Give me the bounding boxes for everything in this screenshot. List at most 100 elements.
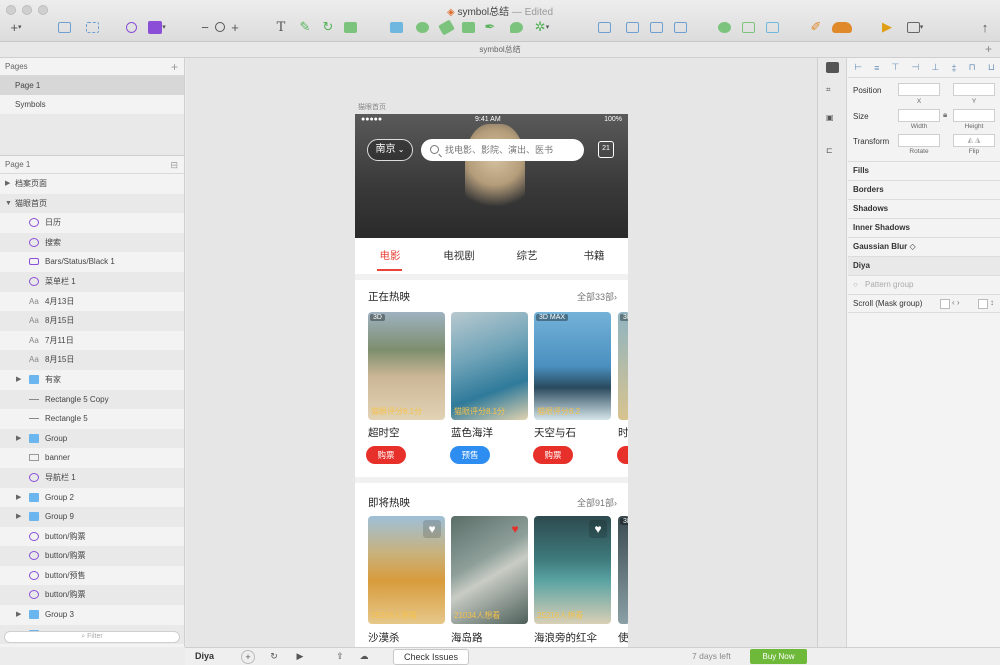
- align-middle-icon[interactable]: ‡: [952, 63, 957, 73]
- pencil-icon[interactable]: ✎: [298, 18, 312, 36]
- movie-poster[interactable]: 3D: [618, 312, 628, 420]
- layer-item[interactable]: ▼ 猫眼首页: [0, 193, 184, 214]
- share-upload-icon[interactable]: ↑: [978, 18, 992, 36]
- tab-tv[interactable]: 电视剧: [434, 238, 484, 274]
- layer-item[interactable]: 导航栏 1: [0, 467, 184, 488]
- buy-ticket-button[interactable]: 购票: [533, 446, 573, 464]
- share-icon[interactable]: ⇪: [333, 650, 347, 664]
- pattern-group-row[interactable]: ○ Pattern group: [848, 275, 1000, 294]
- collapse-layers-icon[interactable]: ⊟: [170, 156, 178, 174]
- canvas[interactable]: 猫眼首页 ●●●●● 9:41 AM 100% 南京 ⌄ 找电影、影院、演出、医…: [186, 58, 817, 647]
- disclosure-closed-icon[interactable]: ▶: [16, 370, 21, 390]
- heart-icon[interactable]: ♥: [589, 520, 607, 538]
- export-icon[interactable]: [764, 18, 780, 36]
- movie-poster[interactable]: 3D: [618, 516, 628, 624]
- view-menu-icon[interactable]: ▾: [904, 18, 926, 36]
- layer-item[interactable]: button/预售: [0, 566, 184, 586]
- style-icon[interactable]: [826, 62, 839, 73]
- zoom-in-button[interactable]: +: [230, 18, 240, 36]
- layer-item[interactable]: Rectangle 5: [0, 409, 184, 429]
- height-input[interactable]: [953, 109, 995, 122]
- lock-icon[interactable]: 🔒︎: [943, 110, 947, 120]
- width-input[interactable]: [898, 109, 940, 122]
- preview-play-icon[interactable]: ▶: [880, 18, 894, 36]
- layer-item[interactable]: ▶ Group 9: [0, 507, 184, 527]
- layer-item[interactable]: button/购票: [0, 546, 184, 566]
- layer-item[interactable]: button/购票: [0, 527, 184, 547]
- refresh-icon[interactable]: ↻: [267, 650, 281, 664]
- disclosure-open-icon[interactable]: ▼: [5, 194, 12, 214]
- disclosure-closed-icon[interactable]: ▶: [16, 507, 21, 527]
- play-icon[interactable]: ▶: [293, 650, 307, 664]
- layer-item[interactable]: Rectangle 5 Copy: [0, 389, 184, 410]
- disclosure-closed-icon[interactable]: ▶: [5, 174, 10, 194]
- edit-shape-icon[interactable]: [437, 18, 455, 36]
- layer-item[interactable]: ▶ Group 3: [0, 605, 184, 625]
- disclosure-closed-icon[interactable]: ▶: [16, 605, 21, 625]
- rotate-copies-icon[interactable]: ↻: [320, 18, 336, 36]
- align-bottom-icon[interactable]: ⊓: [969, 62, 976, 73]
- movie-poster[interactable]: ♥ 21034人想看: [451, 516, 528, 624]
- check-issues-button[interactable]: Check Issues: [393, 649, 469, 665]
- movie-poster[interactable]: ♥ 25216人想看: [368, 516, 445, 624]
- new-tab-button[interactable]: +: [985, 42, 992, 57]
- layer-item[interactable]: Aa 4月13日: [0, 292, 184, 312]
- scroll-v-checkbox[interactable]: [978, 299, 988, 309]
- shadows-section[interactable]: Shadows: [848, 199, 1000, 218]
- movie-poster[interactable]: ♥ 25216人想看: [534, 516, 611, 624]
- movie-poster[interactable]: 猫眼评分8.1分: [451, 312, 528, 420]
- page-item-symbols[interactable]: Symbols: [0, 95, 184, 114]
- layout-icon[interactable]: ⊏: [826, 146, 839, 157]
- disclosure-closed-icon[interactable]: ▶: [16, 429, 21, 449]
- borders-section[interactable]: Borders: [848, 180, 1000, 199]
- tab-variety[interactable]: 综艺: [502, 238, 552, 274]
- forward-icon[interactable]: [716, 18, 732, 36]
- layer-item[interactable]: Aa 8月15日: [0, 350, 184, 370]
- scroll-stepper[interactable]: ‹ ›: [952, 298, 960, 307]
- scale-icon[interactable]: [342, 18, 358, 36]
- ungroup-icon[interactable]: [84, 18, 100, 36]
- layer-item[interactable]: 日历: [0, 213, 184, 233]
- plugin-section-diya[interactable]: Diya: [848, 256, 1000, 275]
- gaussian-blur-section[interactable]: Gaussian Blur ◇: [848, 237, 1000, 256]
- inspect-icon[interactable]: ✐: [808, 18, 824, 36]
- layer-item[interactable]: ▶ Group: [0, 428, 184, 449]
- x-input[interactable]: [898, 83, 940, 96]
- y-input[interactable]: [953, 83, 995, 96]
- group-icon[interactable]: [56, 18, 72, 36]
- intersect-icon[interactable]: [648, 18, 664, 36]
- add-page-button[interactable]: +: [171, 58, 178, 76]
- layer-item[interactable]: banner: [0, 448, 184, 468]
- insert-button[interactable]: + ▾: [6, 18, 26, 36]
- pen-icon[interactable]: ✒: [482, 18, 498, 36]
- layer-item[interactable]: button/购票: [0, 585, 184, 606]
- layer-item[interactable]: 菜单栏 1: [0, 271, 184, 292]
- movie-poster[interactable]: 3D MAX 猫眼评分8.2: [534, 312, 611, 420]
- cloud-icon[interactable]: [830, 18, 854, 36]
- document-tab[interactable]: symbol总结: [479, 45, 520, 54]
- blob-icon[interactable]: [508, 18, 524, 36]
- movie-poster[interactable]: 3D 猫眼评分8.1分: [368, 312, 445, 420]
- banner-image[interactable]: ●●●●● 9:41 AM 100% 南京 ⌄ 找电影、影院、演出、医书 21: [355, 114, 628, 238]
- buy-ticket-button[interactable]: 购票: [366, 446, 406, 464]
- coming-soon-more-link[interactable]: 全部91部›: [577, 496, 617, 509]
- distribute-h-icon[interactable]: ≡: [874, 63, 879, 73]
- align-top-icon[interactable]: ⊤: [892, 62, 900, 73]
- align-left-icon[interactable]: ⊢: [854, 62, 862, 73]
- resize-icon[interactable]: ▣: [826, 113, 839, 124]
- rotate-input[interactable]: [898, 134, 940, 147]
- page-item-1[interactable]: Page 1: [0, 76, 184, 95]
- now-showing-more-link[interactable]: 全部33部›: [577, 290, 617, 303]
- presale-button[interactable]: 预售: [450, 446, 490, 464]
- buy-now-button[interactable]: Buy Now: [750, 649, 807, 664]
- shape-icon[interactable]: [460, 18, 476, 36]
- symbol-menu-icon[interactable]: ▾: [146, 18, 168, 36]
- layer-item[interactable]: ▶ 档案页面: [0, 174, 184, 194]
- heart-icon[interactable]: ♥: [423, 520, 441, 538]
- search-input[interactable]: 找电影、影院、演出、医书: [421, 139, 584, 161]
- prototype-icon[interactable]: ⌗: [826, 85, 839, 96]
- zoom-icon[interactable]: [212, 18, 228, 36]
- flatten-icon[interactable]: [414, 18, 430, 36]
- pattern-group-checkbox[interactable]: ○: [853, 280, 858, 289]
- tab-books[interactable]: 书籍: [569, 238, 619, 274]
